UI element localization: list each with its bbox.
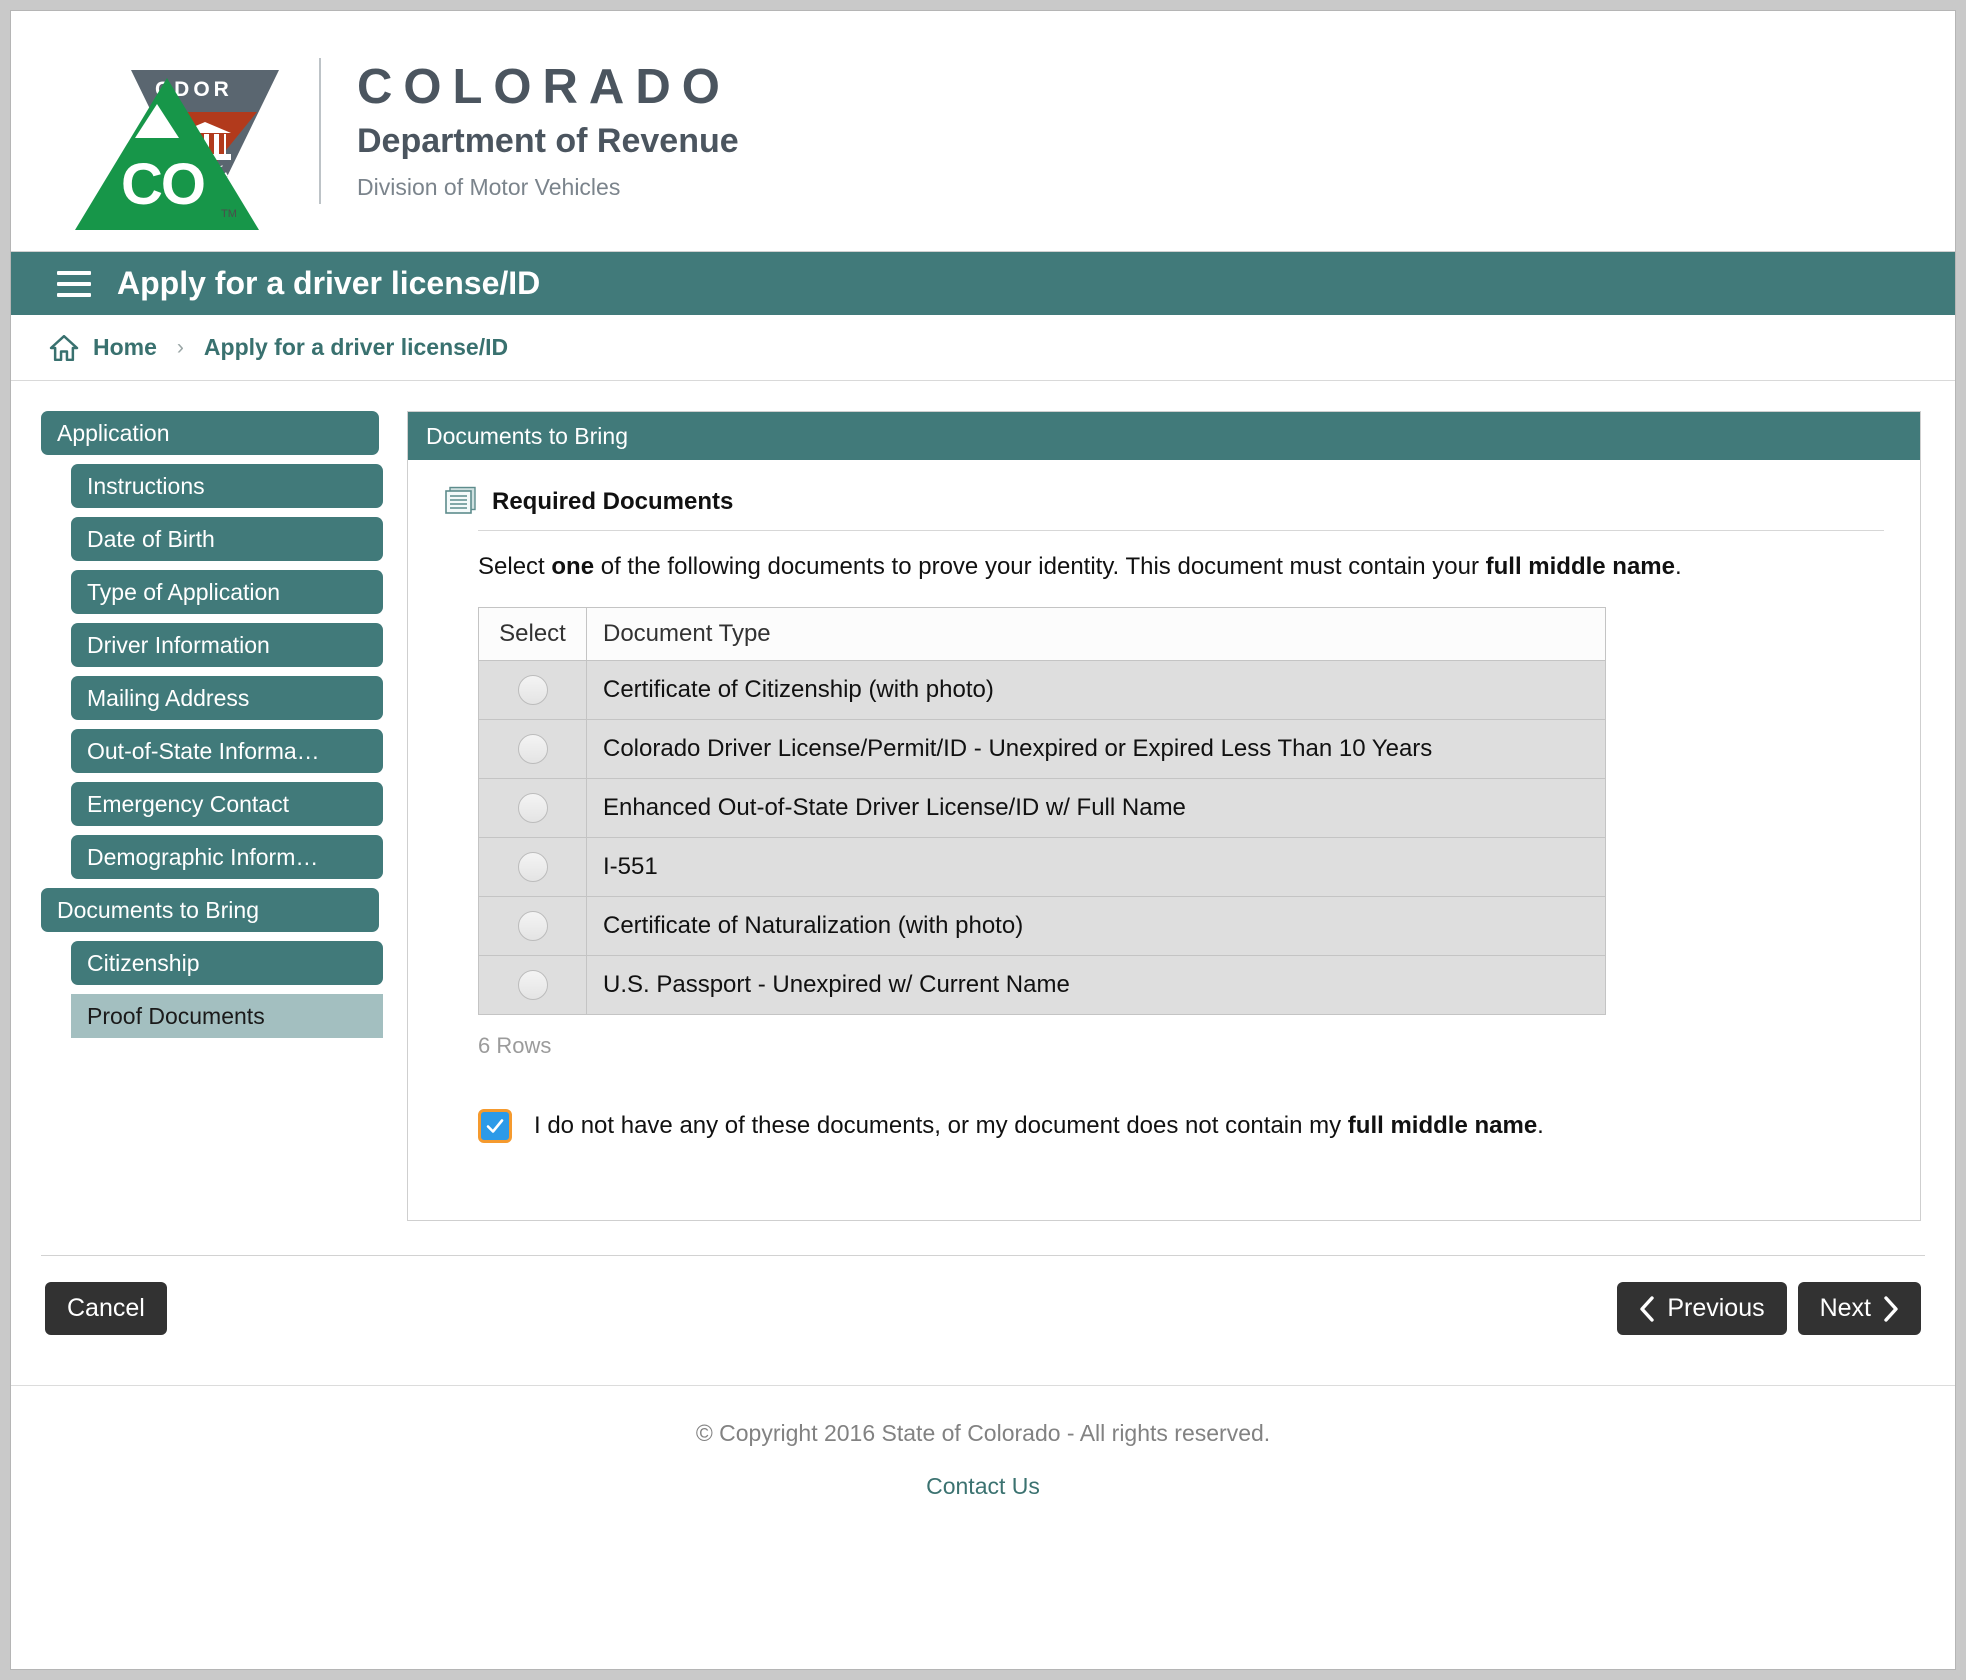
table-row[interactable]: Certificate of Citizenship (with photo) [478, 660, 1606, 720]
no-documents-checkbox-label: I do not have any of these documents, or… [534, 1112, 1544, 1140]
column-header-document-type: Document Type [586, 607, 1606, 661]
sidebar-item-application[interactable]: Application [41, 411, 379, 455]
document-type-cell: Certificate of Citizenship (with photo) [586, 660, 1606, 720]
checkbox-label-emphasis: full middle name [1347, 1112, 1538, 1139]
no-documents-checkbox-row: I do not have any of these documents, or… [478, 1109, 1884, 1143]
main-content: Documents to Bring Required Documents Se… [385, 411, 1955, 1221]
document-radio-button[interactable] [517, 852, 548, 882]
trademark-mark: TM [221, 208, 237, 220]
table-row[interactable]: I-551 [478, 837, 1606, 897]
document-radio-button[interactable] [517, 793, 548, 823]
select-cell [478, 719, 587, 779]
page-footer: © Copyright 2016 State of Colorado - All… [11, 1385, 1955, 1500]
logo-department-title: Department of Revenue [357, 122, 739, 161]
document-type-cell: I-551 [586, 837, 1606, 897]
instruction-part-2: of the following documents to prove your… [594, 553, 1486, 580]
document-radio-button[interactable] [517, 675, 548, 705]
logo-state-title: COLORADO [357, 60, 731, 115]
sidebar-nav-list: Application Instructions Date of Birth Type… [41, 411, 385, 1038]
sidebar-item-documents-to-bring[interactable]: Documents to Bring [41, 888, 379, 932]
section-header: Required Documents [444, 486, 1884, 518]
select-cell [478, 837, 587, 897]
checkbox-label-part-2: . [1537, 1112, 1544, 1139]
documents-panel: Documents to Bring Required Documents Se… [407, 411, 1921, 1221]
chevron-right-icon [1884, 1295, 1898, 1322]
no-documents-checkbox[interactable] [478, 1109, 512, 1143]
page-content: Application Instructions Date of Birth Type… [11, 381, 1955, 1221]
document-type-cell: U.S. Passport - Unexpired w/ Current Nam… [586, 955, 1606, 1015]
breadcrumb-current-page: Apply for a driver license/ID [203, 334, 509, 360]
app-bar-title: Apply for a driver license/ID [117, 265, 541, 301]
select-cell [478, 896, 587, 956]
sidebar-item-demographic-inform[interactable]: Demographic Inform… [71, 835, 383, 879]
logo-divider [319, 58, 321, 204]
logo-wordmark: COLORADO Department of Revenue Division … [357, 60, 739, 201]
table-row[interactable]: Certificate of Naturalization (with phot… [478, 896, 1606, 956]
document-radio-button[interactable] [517, 970, 548, 1000]
breadcrumb-separator: › [176, 335, 184, 359]
app-bar: Apply for a driver license/ID [11, 251, 1955, 315]
document-lines-icon [445, 486, 476, 514]
site-logo-header: CDOR CO TM COLORADO Department of Revenu… [11, 11, 1955, 251]
table-row[interactable]: U.S. Passport - Unexpired w/ Current Nam… [478, 955, 1606, 1015]
cancel-button[interactable]: Cancel [45, 1282, 167, 1335]
document-type-table: Select Document Type Certificate of Citi… [478, 607, 1606, 1015]
breadcrumb-home-link[interactable]: Home [49, 334, 157, 361]
co-monogram: CO [121, 152, 206, 217]
contact-us-link[interactable]: Contact Us [926, 1473, 1040, 1500]
form-action-bar: Cancel Previous Next [41, 1255, 1925, 1365]
instruction-emphasis-one: one [551, 553, 595, 580]
hamburger-menu-icon[interactable] [57, 271, 91, 297]
chevron-left-icon [1640, 1295, 1655, 1322]
table-row[interactable]: Colorado Driver License/Permit/ID - Unex… [478, 719, 1606, 779]
instruction-part-3: . [1675, 553, 1682, 580]
document-type-cell: Enhanced Out-of-State Driver License/ID … [586, 778, 1606, 838]
sidebar-item-citizenship[interactable]: Citizenship [71, 941, 383, 985]
select-cell [478, 778, 587, 838]
row-count-label: 6 Rows [478, 1033, 552, 1058]
wizard-navigation-buttons: Previous Next [1617, 1282, 1921, 1335]
browser-page: CDOR CO TM COLORADO Department of Revenu… [10, 10, 1956, 1670]
panel-body: Required Documents Select one of the fol… [408, 460, 1920, 1220]
table-header-row: Select Document Type [478, 607, 1606, 661]
column-header-select: Select [478, 607, 587, 661]
sidebar-item-out-of-state-informa[interactable]: Out-of-State Informa… [71, 729, 383, 773]
instruction-text: Select one of the following documents to… [478, 553, 1884, 581]
checkbox-label-part-1: I do not have any of these documents, or… [534, 1112, 1348, 1139]
home-icon [49, 334, 79, 361]
select-cell [478, 660, 587, 720]
sidebar-item-proof-documents[interactable]: Proof Documents [71, 994, 383, 1038]
sidebar-item-type-of-application[interactable]: Type of Application [71, 570, 383, 614]
breadcrumb-home-label: Home [93, 334, 157, 360]
table-row[interactable]: Enhanced Out-of-State Driver License/ID … [478, 778, 1606, 838]
document-type-cell: Certificate of Naturalization (with phot… [586, 896, 1606, 956]
panel-title: Documents to Bring [408, 412, 1920, 460]
mountain-snowcap-icon [135, 104, 179, 138]
section-divider [478, 530, 1884, 531]
document-type-cell: Colorado Driver License/Permit/ID - Unex… [586, 719, 1606, 779]
sidebar-item-instructions[interactable]: Instructions [71, 464, 383, 508]
document-radio-button[interactable] [517, 734, 548, 764]
checkmark-icon [486, 1119, 504, 1133]
sidebar-item-date-of-birth[interactable]: Date of Birth [71, 517, 383, 561]
copyright-text: © Copyright 2016 State of Colorado - All… [695, 1420, 1271, 1446]
next-button[interactable]: Next [1797, 1282, 1921, 1335]
sidebar-item-mailing-address[interactable]: Mailing Address [71, 676, 383, 720]
section-title: Required Documents [492, 488, 734, 515]
instruction-emphasis-middle-name: full middle name [1485, 553, 1675, 580]
sidebar-item-emergency-contact[interactable]: Emergency Contact [71, 782, 383, 826]
breadcrumb: Home › Apply for a driver license/ID [11, 315, 1955, 381]
previous-button-label: Previous [1667, 1294, 1765, 1322]
select-cell [478, 955, 587, 1015]
next-button-label: Next [1819, 1294, 1871, 1322]
document-radio-button[interactable] [517, 911, 548, 941]
sidebar-navigation: Application Instructions Date of Birth Type… [11, 411, 385, 1221]
colorado-cdor-logo: CDOR CO TM [69, 56, 279, 230]
instruction-part-1: Select [478, 553, 552, 580]
sidebar-item-driver-information[interactable]: Driver Information [71, 623, 383, 667]
previous-button[interactable]: Previous [1617, 1282, 1787, 1335]
logo-division-title: Division of Motor Vehicles [357, 173, 621, 200]
